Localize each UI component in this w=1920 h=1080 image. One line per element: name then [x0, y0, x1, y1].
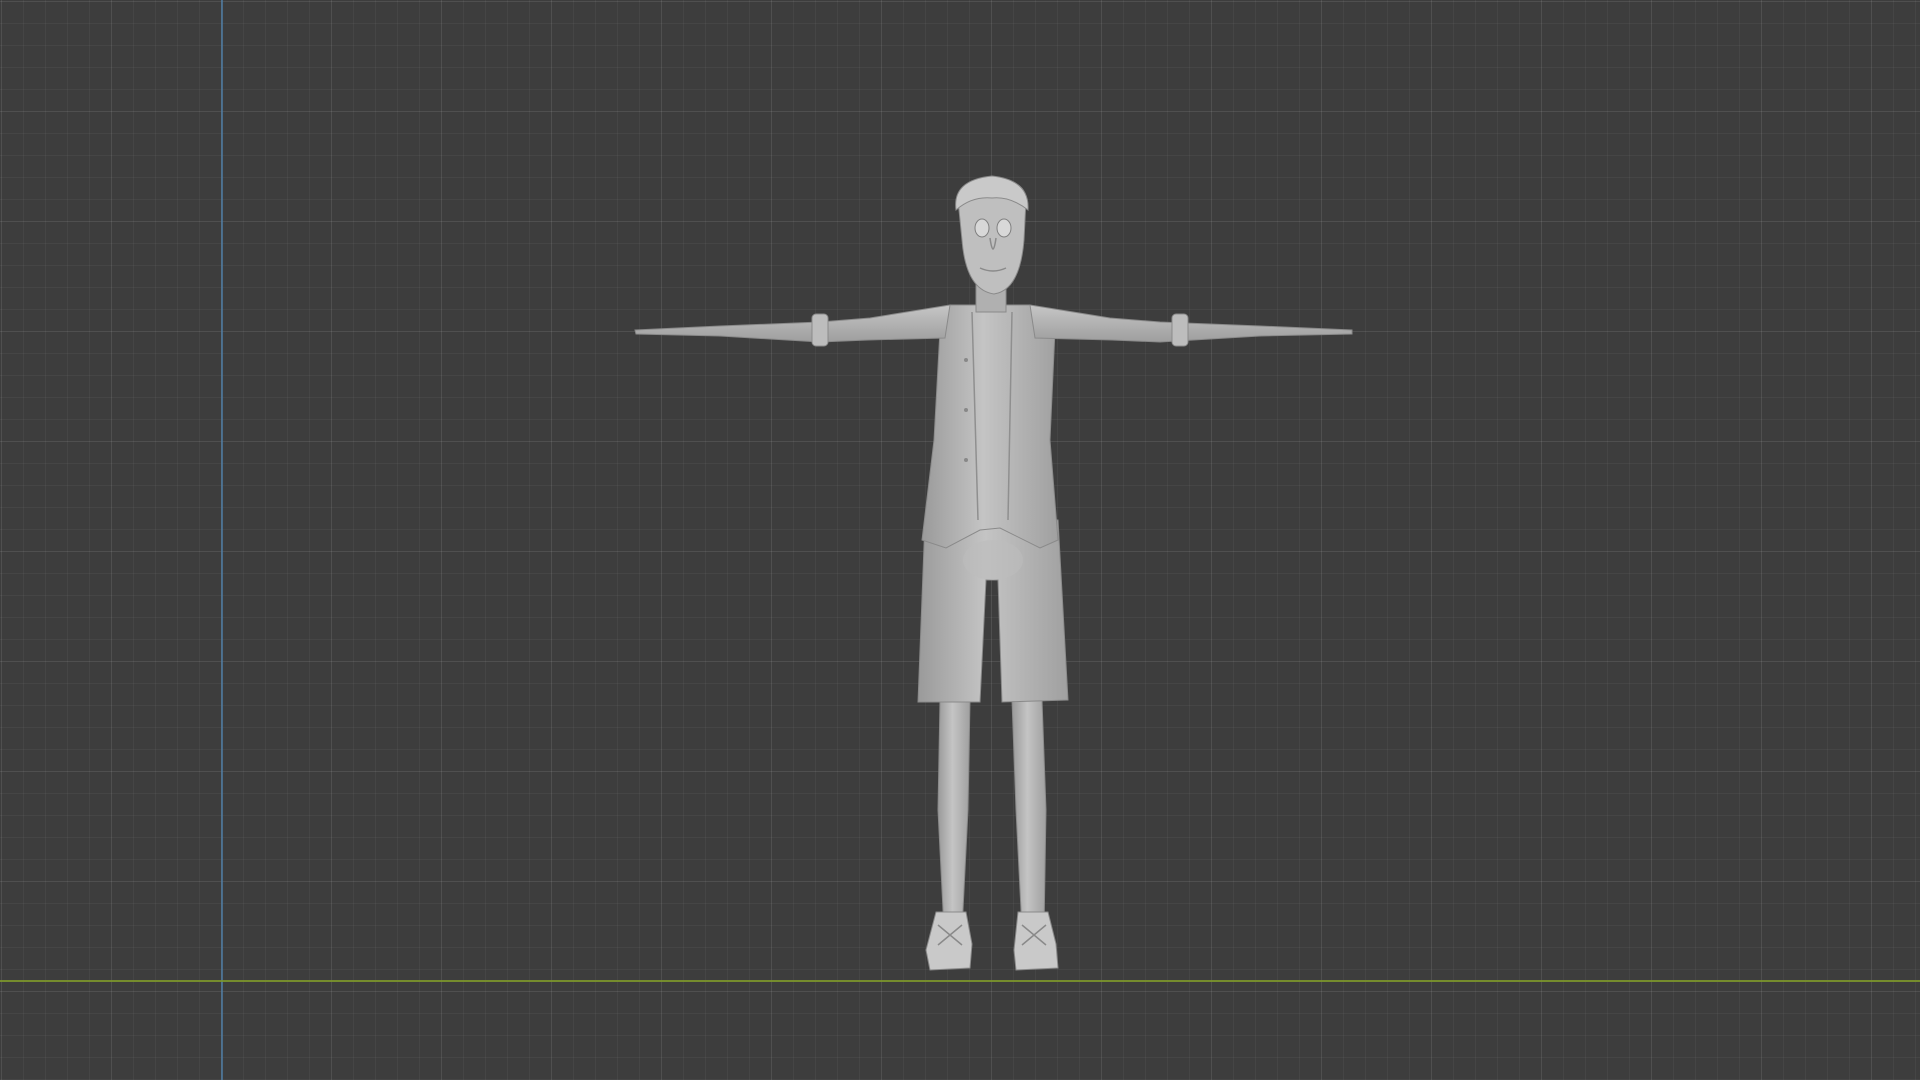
- 3d-viewport[interactable]: [0, 0, 1920, 1080]
- character-mesh[interactable]: [0, 0, 1920, 1080]
- shorts: [917, 519, 1069, 703]
- head: [955, 175, 1029, 295]
- shirt: [921, 304, 1059, 549]
- legs: [937, 699, 1047, 931]
- shoes: [925, 911, 1059, 971]
